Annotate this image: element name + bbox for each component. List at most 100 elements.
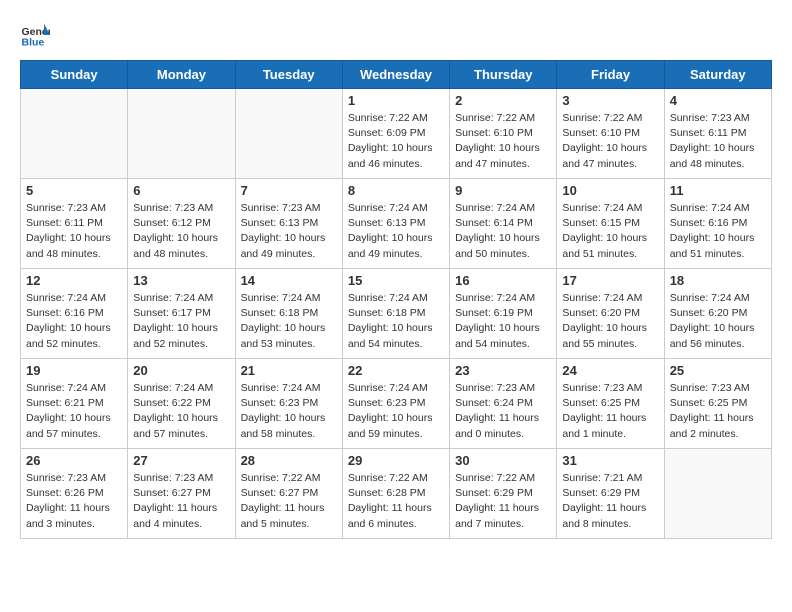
day-info: Sunrise: 7:22 AMSunset: 6:27 PMDaylight:… [241,471,337,532]
svg-text:Blue: Blue [22,37,45,49]
calendar-body: 1 Sunrise: 7:22 AMSunset: 6:09 PMDaylight… [21,89,772,539]
day-info: Sunrise: 7:23 AMSunset: 6:12 PMDaylight:… [133,201,229,262]
calendar-cell: 23 Sunrise: 7:23 AMSunset: 6:24 PMDayligh… [450,359,557,449]
day-number: 30 [455,453,551,468]
calendar-cell: 26 Sunrise: 7:23 AMSunset: 6:26 PMDayligh… [21,449,128,539]
calendar-cell: 11Sunrise: 7:24 AMSunset: 6:16 PMDayligh… [664,179,771,269]
day-header-tuesday: Tuesday [235,61,342,89]
calendar-cell: 5 Sunrise: 7:23 AMSunset: 6:11 PMDaylight… [21,179,128,269]
day-number: 20 [133,363,229,378]
week-row-5: 26 Sunrise: 7:23 AMSunset: 6:26 PMDayligh… [21,449,772,539]
day-info: Sunrise: 7:21 AMSunset: 6:29 PMDaylight:… [562,471,658,532]
calendar-cell: 12Sunrise: 7:24 AMSunset: 6:16 PMDayligh… [21,269,128,359]
day-info: Sunrise: 7:24 AMSunset: 6:23 PMDaylight:… [348,381,444,442]
day-number: 18 [670,273,766,288]
calendar-cell: 1 Sunrise: 7:22 AMSunset: 6:09 PMDaylight… [342,89,449,179]
calendar-cell: 4 Sunrise: 7:23 AMSunset: 6:11 PMDaylight… [664,89,771,179]
day-number: 4 [670,93,766,108]
day-info: Sunrise: 7:24 AMSunset: 6:17 PMDaylight:… [133,291,229,352]
day-info: Sunrise: 7:24 AMSunset: 6:22 PMDaylight:… [133,381,229,442]
calendar-cell [235,89,342,179]
days-of-week-row: SundayMondayTuesdayWednesdayThursdayFrid… [21,61,772,89]
day-info: Sunrise: 7:23 AMSunset: 6:26 PMDaylight:… [26,471,122,532]
day-info: Sunrise: 7:24 AMSunset: 6:20 PMDaylight:… [562,291,658,352]
week-row-2: 5 Sunrise: 7:23 AMSunset: 6:11 PMDaylight… [21,179,772,269]
day-number: 7 [241,183,337,198]
day-number: 29 [348,453,444,468]
day-number: 6 [133,183,229,198]
day-info: Sunrise: 7:24 AMSunset: 6:20 PMDaylight:… [670,291,766,352]
day-info: Sunrise: 7:23 AMSunset: 6:11 PMDaylight:… [670,111,766,172]
calendar-cell: 21 Sunrise: 7:24 AMSunset: 6:23 PMDayligh… [235,359,342,449]
day-info: Sunrise: 7:24 AMSunset: 6:19 PMDaylight:… [455,291,551,352]
calendar-cell: 18 Sunrise: 7:24 AMSunset: 6:20 PMDayligh… [664,269,771,359]
day-number: 23 [455,363,551,378]
day-number: 2 [455,93,551,108]
day-header-sunday: Sunday [21,61,128,89]
day-info: Sunrise: 7:24 AMSunset: 6:15 PMDaylight:… [562,201,658,262]
calendar-cell: 24 Sunrise: 7:23 AMSunset: 6:25 PMDayligh… [557,359,664,449]
calendar-cell: 20 Sunrise: 7:24 AMSunset: 6:22 PMDayligh… [128,359,235,449]
day-number: 26 [26,453,122,468]
day-number: 21 [241,363,337,378]
day-number: 11 [670,183,766,198]
calendar-cell: 29 Sunrise: 7:22 AMSunset: 6:28 PMDayligh… [342,449,449,539]
page-header: General Blue [20,20,772,50]
day-number: 10 [562,183,658,198]
day-info: Sunrise: 7:22 AMSunset: 6:28 PMDaylight:… [348,471,444,532]
calendar-cell: 6 Sunrise: 7:23 AMSunset: 6:12 PMDaylight… [128,179,235,269]
day-number: 5 [26,183,122,198]
calendar-cell [664,449,771,539]
day-number: 22 [348,363,444,378]
day-number: 14 [241,273,337,288]
calendar-cell: 30 Sunrise: 7:22 AMSunset: 6:29 PMDayligh… [450,449,557,539]
calendar-cell: 8Sunrise: 7:24 AMSunset: 6:13 PMDaylight… [342,179,449,269]
calendar-cell: 15 Sunrise: 7:24 AMSunset: 6:18 PMDayligh… [342,269,449,359]
day-info: Sunrise: 7:24 AMSunset: 6:18 PMDaylight:… [241,291,337,352]
day-number: 19 [26,363,122,378]
calendar-cell: 17 Sunrise: 7:24 AMSunset: 6:20 PMDayligh… [557,269,664,359]
calendar-cell: 16 Sunrise: 7:24 AMSunset: 6:19 PMDayligh… [450,269,557,359]
day-info: Sunrise: 7:22 AMSunset: 6:29 PMDaylight:… [455,471,551,532]
day-info: Sunrise: 7:24 AMSunset: 6:13 PMDaylight:… [348,201,444,262]
day-info: Sunrise: 7:24 AMSunset: 6:21 PMDaylight:… [26,381,122,442]
day-number: 31 [562,453,658,468]
day-info: Sunrise: 7:23 AMSunset: 6:11 PMDaylight:… [26,201,122,262]
week-row-1: 1 Sunrise: 7:22 AMSunset: 6:09 PMDaylight… [21,89,772,179]
calendar-header: SundayMondayTuesdayWednesdayThursdayFrid… [21,61,772,89]
day-number: 16 [455,273,551,288]
calendar-cell: 22 Sunrise: 7:24 AMSunset: 6:23 PMDayligh… [342,359,449,449]
day-header-thursday: Thursday [450,61,557,89]
calendar-cell: 13 Sunrise: 7:24 AMSunset: 6:17 PMDayligh… [128,269,235,359]
day-info: Sunrise: 7:24 AMSunset: 6:23 PMDaylight:… [241,381,337,442]
day-number: 24 [562,363,658,378]
day-info: Sunrise: 7:22 AMSunset: 6:10 PMDaylight:… [562,111,658,172]
calendar-cell: 7 Sunrise: 7:23 AMSunset: 6:13 PMDaylight… [235,179,342,269]
calendar-table: SundayMondayTuesdayWednesdayThursdayFrid… [20,60,772,539]
day-info: Sunrise: 7:24 AMSunset: 6:18 PMDaylight:… [348,291,444,352]
day-info: Sunrise: 7:23 AMSunset: 6:13 PMDaylight:… [241,201,337,262]
day-info: Sunrise: 7:22 AMSunset: 6:09 PMDaylight:… [348,111,444,172]
day-number: 27 [133,453,229,468]
day-header-friday: Friday [557,61,664,89]
calendar-cell: 3Sunrise: 7:22 AMSunset: 6:10 PMDaylight… [557,89,664,179]
day-number: 17 [562,273,658,288]
calendar-cell [21,89,128,179]
day-number: 1 [348,93,444,108]
calendar-cell [128,89,235,179]
day-info: Sunrise: 7:23 AMSunset: 6:25 PMDaylight:… [670,381,766,442]
day-info: Sunrise: 7:23 AMSunset: 6:24 PMDaylight:… [455,381,551,442]
logo-icon: General Blue [20,20,50,50]
day-header-wednesday: Wednesday [342,61,449,89]
day-info: Sunrise: 7:24 AMSunset: 6:16 PMDaylight:… [26,291,122,352]
calendar-cell: 19 Sunrise: 7:24 AMSunset: 6:21 PMDayligh… [21,359,128,449]
day-number: 28 [241,453,337,468]
week-row-3: 12Sunrise: 7:24 AMSunset: 6:16 PMDayligh… [21,269,772,359]
day-number: 13 [133,273,229,288]
day-info: Sunrise: 7:24 AMSunset: 6:14 PMDaylight:… [455,201,551,262]
day-number: 15 [348,273,444,288]
calendar-cell: 28 Sunrise: 7:22 AMSunset: 6:27 PMDayligh… [235,449,342,539]
day-header-saturday: Saturday [664,61,771,89]
day-info: Sunrise: 7:23 AMSunset: 6:25 PMDaylight:… [562,381,658,442]
calendar-cell: 10 Sunrise: 7:24 AMSunset: 6:15 PMDayligh… [557,179,664,269]
